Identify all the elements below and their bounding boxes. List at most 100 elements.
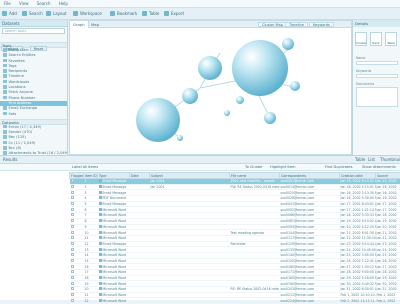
toolbar-layout-button[interactable]: Layout	[46, 11, 67, 17]
table-row[interactable]: 12Email MessageRemindersxx0129@enron.com…	[70, 241, 400, 247]
table-cell: Jan 22, 2002 11:30:10 AM	[340, 235, 376, 241]
cluster-node[interactable]	[224, 110, 230, 116]
cluster-node[interactable]	[182, 88, 198, 104]
cluster-node[interactable]	[232, 40, 288, 96]
toolbar-add-button[interactable]: Add	[2, 11, 17, 17]
row-checkbox[interactable]	[71, 276, 74, 279]
table-cell: Feb 2, 2002	[376, 298, 400, 304]
row-checkbox[interactable]	[71, 265, 74, 268]
table-icon[interactable]: Table	[385, 32, 397, 46]
table-row[interactable]: 1Email MessageJan 20012001 new mobility.…	[70, 179, 400, 185]
table-cell: Jan 27, 2002	[376, 264, 400, 270]
label-all-button[interactable]: Label all items	[72, 164, 98, 171]
tool-icon	[3, 80, 7, 84]
cluster-icon[interactable]: Cluster	[355, 32, 367, 46]
cluster-node[interactable]	[177, 135, 183, 141]
tool-search-input[interactable]: search tools	[2, 28, 65, 34]
toolbar-export-button[interactable]: Export	[164, 11, 184, 17]
menu-view[interactable]: View	[19, 1, 29, 6]
tab-table-view[interactable]: Table	[355, 156, 365, 164]
flag-cell[interactable]	[70, 298, 84, 304]
row-checkbox[interactable]	[71, 191, 74, 194]
cluster-node[interactable]	[198, 56, 222, 80]
tab-map[interactable]: Map	[88, 21, 102, 28]
file-type-icon	[99, 213, 102, 216]
menu-search[interactable]: Search	[37, 1, 51, 6]
rank-icon[interactable]: Rank	[370, 32, 382, 46]
row-checkbox[interactable]	[71, 287, 74, 290]
toolbar-workspace-button[interactable]: Workspace	[73, 11, 102, 17]
cluster-node[interactable]	[290, 81, 300, 91]
tab-timeline[interactable]: Timeline	[285, 22, 308, 27]
show-attachments-button[interactable]: Show Attachments	[362, 164, 396, 171]
tool-icon	[3, 74, 7, 78]
dataset-label: Rec (125)	[9, 135, 26, 139]
documents-field[interactable]	[356, 87, 398, 107]
table-cell: Email Message	[98, 179, 130, 185]
row-checkbox[interactable]	[71, 248, 74, 251]
table-row[interactable]: 22Microsoft Wordsxx0224@enron.comFeb 2, …	[70, 298, 400, 304]
row-checkbox[interactable]	[71, 202, 74, 205]
table-cell: Microsoft Word	[98, 287, 130, 293]
cluster-node[interactable]	[282, 38, 294, 50]
graph-canvas[interactable]: Graph Map Cluster Map Timeline Keywords	[69, 20, 352, 155]
folder-icon	[3, 130, 7, 134]
tool-label: Timeline	[9, 74, 24, 78]
table-cell: Jan 20, 2002	[376, 224, 400, 230]
table-row[interactable]: 2Email MessageJan 2001FW: RE Status 2002…	[70, 184, 400, 190]
to-cluster-button[interactable]: To Cluster	[245, 164, 263, 171]
reset-button[interactable]: Reset	[30, 46, 48, 51]
tab-cluster-map[interactable]: Cluster Map	[258, 22, 287, 27]
tool-label: Find Address	[9, 101, 32, 105]
table-body: 1Email MessageJan 20012001 new mobility.…	[70, 179, 400, 304]
row-checkbox[interactable]	[71, 299, 74, 302]
tab-keywords[interactable]: Keywords	[309, 22, 334, 27]
row-checkbox[interactable]	[71, 219, 74, 222]
cluster-node[interactable]	[264, 112, 276, 124]
row-checkbox[interactable]	[71, 282, 74, 285]
table-row[interactable]: 10Microsoft WordTest meeting agendasxx01…	[70, 230, 400, 236]
folder-icon	[3, 141, 7, 145]
row-checkbox[interactable]	[71, 293, 74, 296]
row-checkbox[interactable]	[71, 196, 74, 199]
tool-label: Favorites	[9, 59, 25, 63]
row-checkbox[interactable]	[71, 179, 74, 182]
cluster-node[interactable]	[236, 96, 244, 104]
cluster-node[interactable]	[136, 98, 180, 142]
toolbar-table-button[interactable]: Table	[142, 11, 159, 17]
file-type-icon	[99, 225, 102, 228]
row-checkbox[interactable]	[71, 213, 74, 216]
name-field[interactable]	[356, 61, 398, 65]
menu-file[interactable]: File	[4, 1, 11, 6]
table-cell: Email Message	[98, 241, 130, 247]
tool-icon	[3, 96, 7, 100]
table-cell: Jan 31, 2002 8:30:01 AM	[340, 287, 376, 293]
row-checkbox[interactable]	[71, 225, 74, 228]
row-checkbox[interactable]	[71, 270, 74, 273]
table-cell: Jan 19, 2002 9:10:02 AM	[340, 218, 376, 224]
table-cell: Microsoft Word	[98, 258, 130, 264]
tab-graph[interactable]: Graph	[70, 21, 89, 28]
table-cell	[130, 298, 150, 304]
find-duplicates-button[interactable]: Find Duplicates	[325, 164, 353, 171]
highlight-item-button[interactable]: Highlight Item	[270, 164, 296, 171]
row-checkbox[interactable]	[71, 236, 74, 239]
row-checkbox[interactable]	[71, 259, 74, 262]
dataset-label: Cc (11 / 2,049)	[9, 141, 36, 145]
toolbar-search-button[interactable]: Search	[22, 11, 43, 17]
tool-label: Fetch Anyone	[9, 90, 33, 94]
keywords-field[interactable]	[356, 74, 398, 78]
row-checkbox[interactable]	[71, 185, 74, 188]
row-checkbox[interactable]	[71, 231, 74, 234]
bubble-graph[interactable]	[70, 28, 353, 155]
row-checkbox[interactable]	[71, 242, 74, 245]
tool-item[interactable]: Sets	[0, 112, 67, 117]
menu-help[interactable]: Help	[59, 1, 68, 6]
row-checkbox[interactable]	[71, 253, 74, 256]
toolbar-bookmark-button[interactable]: Bookmark	[110, 11, 137, 17]
row-checkbox[interactable]	[71, 208, 74, 211]
table-cell: Jan 16, 2002 5:30:00 PM	[340, 196, 376, 202]
tab-list-view[interactable]: List	[368, 156, 375, 164]
table-row[interactable]: 20Microsoft WordRE: RE Status 2002-0416 …	[70, 287, 400, 293]
tab-thumbnails-view[interactable]: Thumbnails	[380, 156, 400, 164]
